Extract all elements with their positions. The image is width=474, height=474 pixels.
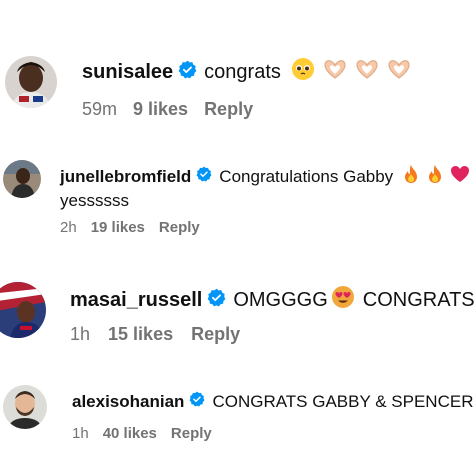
heart-hands-icon — [355, 58, 379, 86]
timestamp: 2h — [60, 219, 77, 236]
likes-count[interactable]: 40 likes — [103, 425, 157, 442]
reply-button[interactable]: Reply — [171, 425, 212, 442]
verified-badge-icon — [189, 391, 205, 412]
likes-count[interactable]: 19 likes — [91, 219, 145, 236]
comment-text-continued: yessssss — [60, 191, 129, 210]
reply-button[interactable]: Reply — [191, 324, 240, 345]
avatar[interactable] — [3, 160, 41, 198]
heart-hands-icon — [323, 58, 347, 86]
avatar[interactable] — [0, 282, 46, 338]
comment-meta: 1h 40 likes Reply — [72, 425, 212, 442]
username[interactable]: masai_russell — [70, 289, 202, 312]
fire-icon — [426, 164, 444, 189]
comment-meta: 2h 19 likes Reply — [60, 219, 200, 236]
reply-button[interactable]: Reply — [159, 219, 200, 236]
heart-eyes-face-icon — [331, 285, 355, 315]
username[interactable]: alexisohanian — [72, 392, 184, 412]
verified-badge-icon — [207, 288, 226, 313]
fire-icon — [402, 164, 420, 189]
verified-badge-icon — [196, 166, 212, 187]
red-heart-icon — [450, 165, 470, 188]
comment-text: Congratulations Gabby — [219, 166, 394, 186]
comment-header: sunisalee congrats — [82, 57, 411, 87]
comment-text-tail: CONGRATS — [362, 288, 474, 311]
pleading-face-icon — [291, 57, 315, 87]
username[interactable]: sunisalee — [82, 61, 173, 84]
verified-badge-icon — [178, 60, 197, 85]
username[interactable]: junellebromfield — [60, 167, 191, 187]
comment-header: junellebromfield Congratulations Gabby — [60, 164, 470, 189]
comment-meta: 59m 9 likes Reply — [82, 99, 253, 120]
timestamp: 1h — [70, 324, 91, 344]
heart-hands-icon — [387, 58, 411, 86]
avatar[interactable] — [3, 385, 47, 429]
reply-button[interactable]: Reply — [204, 99, 253, 120]
comment-text: OMGGGG — [233, 288, 328, 311]
timestamp: 1h — [72, 425, 89, 442]
comment-text: CONGRATS GABBY & SPENCER! — [212, 391, 474, 411]
timestamp: 59m — [82, 99, 118, 119]
comment-text: congrats — [204, 60, 281, 83]
avatar[interactable] — [5, 56, 57, 108]
likes-count[interactable]: 9 likes — [133, 99, 188, 120]
comment-header: alexisohanian CONGRATS GABBY & SPENCER! — [72, 391, 474, 412]
comment-header: masai_russell OMGGGG CONGRATS — [70, 285, 474, 315]
comment-meta: 1h 15 likes Reply — [70, 324, 240, 345]
likes-count[interactable]: 15 likes — [108, 324, 173, 345]
